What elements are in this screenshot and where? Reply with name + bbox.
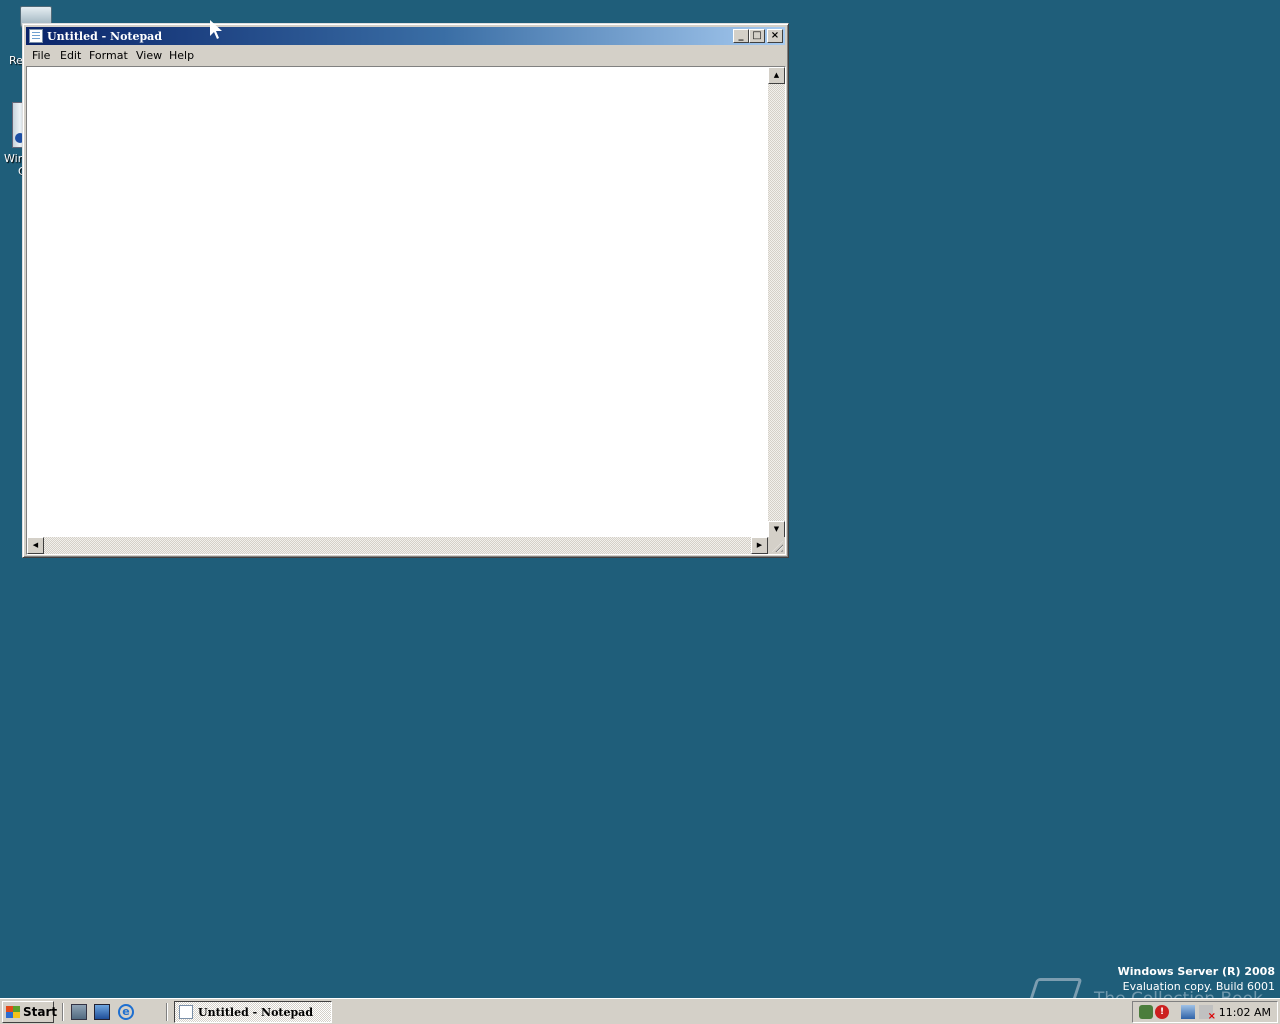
menu-file[interactable]: File xyxy=(32,49,50,62)
taskbar: Start e Untitled - Notepad ! 11:02 AM xyxy=(0,998,1280,1024)
taskbar-separator xyxy=(62,1003,64,1021)
horizontal-scrollbar[interactable]: ◀ ▶ xyxy=(27,537,768,554)
text-editor[interactable] xyxy=(29,69,767,539)
menu-format[interactable]: Format xyxy=(89,49,128,62)
security-shield-icon[interactable] xyxy=(1139,1005,1153,1019)
scroll-left-button[interactable]: ◀ xyxy=(27,537,44,554)
menu-help[interactable]: Help xyxy=(169,49,194,62)
maximize-button[interactable]: □ xyxy=(749,29,765,43)
update-alert-icon[interactable]: ! xyxy=(1155,1005,1169,1019)
start-button[interactable]: Start xyxy=(2,1001,58,1023)
window-title: Untitled - Notepad xyxy=(47,30,163,43)
menu-view[interactable]: View xyxy=(136,49,162,62)
scroll-right-button[interactable]: ▶ xyxy=(751,537,768,554)
resize-grip[interactable] xyxy=(768,537,785,554)
taskbar-button-label: Untitled - Notepad xyxy=(198,1006,314,1019)
volume-muted-icon[interactable] xyxy=(1199,1005,1216,1022)
system-tray: ! 11:02 AM xyxy=(1132,1001,1278,1023)
server-manager-icon[interactable] xyxy=(71,1004,87,1020)
show-desktop-icon[interactable] xyxy=(94,1004,110,1020)
scroll-down-button[interactable]: ▼ xyxy=(768,521,785,538)
menu-bar: File Edit Format View Help xyxy=(26,46,785,65)
taskbar-separator xyxy=(166,1003,168,1021)
notepad-icon xyxy=(179,1005,193,1019)
start-label: Start xyxy=(23,1005,58,1019)
notepad-icon[interactable] xyxy=(29,29,43,43)
network-icon[interactable] xyxy=(1181,1005,1195,1019)
close-button[interactable]: × xyxy=(767,29,783,43)
clock[interactable]: 11:02 AM xyxy=(1219,1006,1271,1019)
windows-flag-icon xyxy=(6,1006,20,1018)
scroll-up-button[interactable]: ▲ xyxy=(768,67,785,84)
internet-explorer-icon[interactable]: e xyxy=(118,1004,134,1020)
notepad-window: Untitled - Notepad _ □ × File Edit Forma… xyxy=(22,23,789,558)
recycle-bin-label: Re xyxy=(9,54,23,67)
taskbar-notepad-button[interactable]: Untitled - Notepad xyxy=(174,1001,332,1023)
edit-area: ▲ ▼ ◀ ▶ xyxy=(26,66,786,555)
title-bar[interactable]: Untitled - Notepad _ □ × xyxy=(26,27,785,45)
menu-edit[interactable]: Edit xyxy=(60,49,81,62)
vertical-scrollbar[interactable]: ▲ ▼ xyxy=(768,67,785,538)
minimize-button[interactable]: _ xyxy=(733,29,749,43)
